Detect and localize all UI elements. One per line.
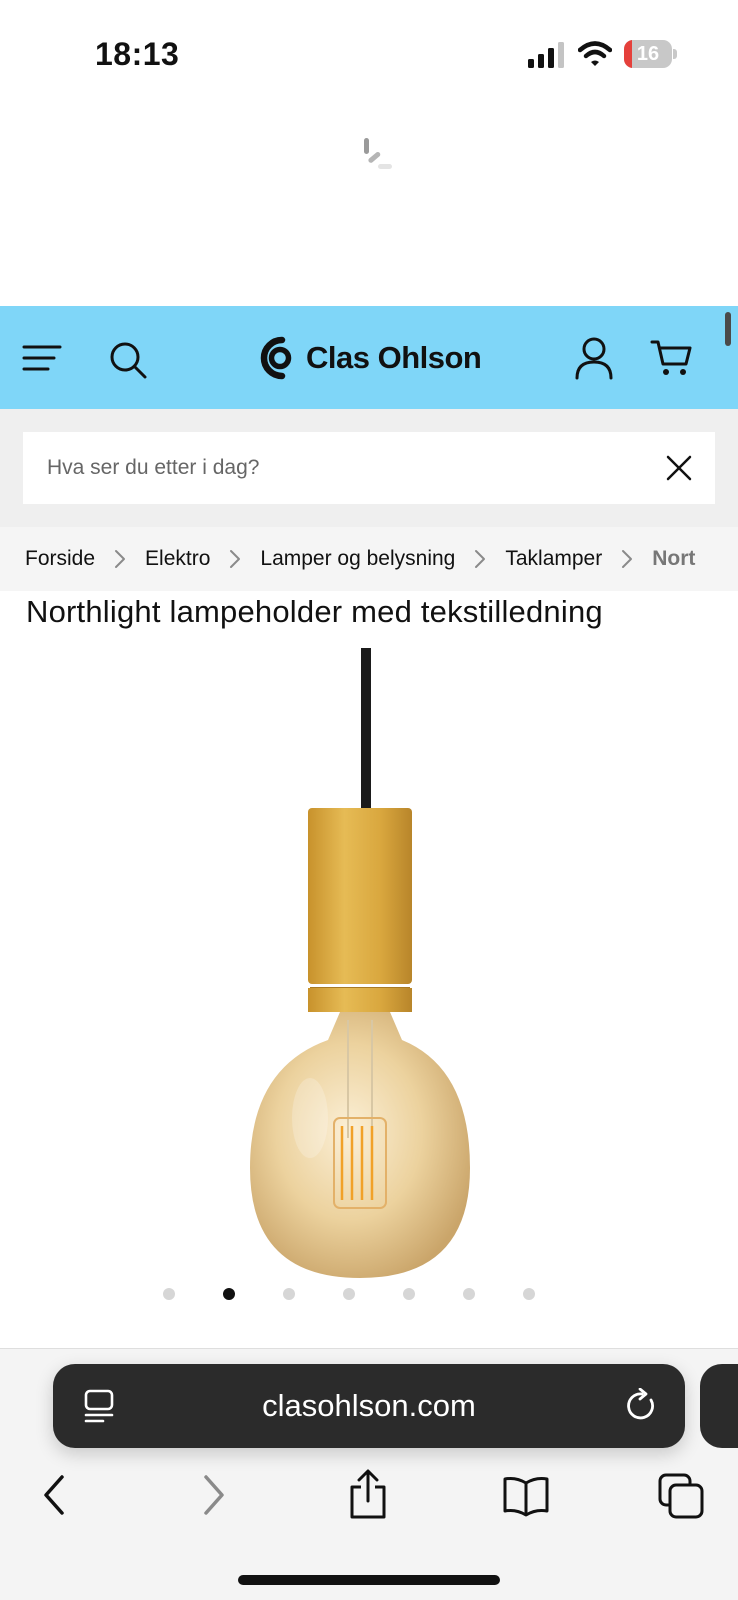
battery-icon: 16: [624, 40, 677, 68]
chevron-right-icon: [602, 549, 652, 569]
image-carousel-indicator: [0, 1284, 738, 1304]
home-indicator[interactable]: [238, 1575, 500, 1585]
status-bar: 18:13 16: [0, 0, 738, 110]
breadcrumb-link[interactable]: Taklamper: [505, 547, 602, 571]
signal-icon: [528, 42, 564, 68]
clas-ohlson-logo[interactable]: Clas Ohlson: [256, 332, 482, 384]
breadcrumb-link[interactable]: Elektro: [145, 547, 210, 571]
carousel-dot[interactable]: [163, 1288, 175, 1300]
menu-icon[interactable]: [22, 342, 62, 374]
search-section: [0, 409, 738, 527]
search-box: [23, 432, 715, 504]
search-icon[interactable]: [108, 340, 148, 380]
chevron-right-icon: [455, 549, 505, 569]
search-input[interactable]: [23, 432, 643, 504]
carousel-dot[interactable]: [463, 1288, 475, 1300]
carousel-dot[interactable]: [523, 1288, 535, 1300]
share-icon[interactable]: [348, 1469, 388, 1521]
tabs-icon[interactable]: [658, 1473, 704, 1519]
pendant-lamp-bulb-image[interactable]: [230, 648, 500, 1288]
chevron-right-icon: [95, 549, 145, 569]
breadcrumb-link[interactable]: Lamper og belysning: [260, 547, 455, 571]
browser-toolbar: clasohlson.com: [0, 1348, 738, 1600]
url-text[interactable]: clasohlson.com: [133, 1364, 605, 1448]
breadcrumb-current: Nort: [652, 547, 696, 570]
scrollbar-thumb[interactable]: [725, 312, 731, 346]
loading-spinner-icon: [364, 138, 392, 169]
logo-text: Clas Ohlson: [306, 340, 482, 375]
forward-icon[interactable]: [198, 1473, 230, 1517]
carousel-dot[interactable]: [343, 1288, 355, 1300]
wifi-icon: [578, 41, 612, 66]
next-tab-peek[interactable]: [700, 1364, 738, 1448]
site-header: Clas Ohlson: [0, 306, 738, 409]
back-icon[interactable]: [38, 1473, 70, 1517]
cart-icon[interactable]: [650, 338, 692, 378]
account-icon[interactable]: [574, 336, 614, 380]
status-time: 18:13: [95, 36, 180, 72]
carousel-dot[interactable]: [283, 1288, 295, 1300]
bookmarks-icon[interactable]: [502, 1475, 550, 1517]
page-title: Northlight lampeholder med tekstillednin…: [26, 594, 603, 629]
chevron-right-icon: [210, 549, 260, 569]
breadcrumb: Forside Elektro Lamper og belysning Taklamp…: [0, 527, 738, 591]
logo-mark-icon: [260, 336, 292, 380]
carousel-dot[interactable]: [223, 1288, 235, 1300]
close-icon[interactable]: [665, 454, 693, 482]
breadcrumb-link[interactable]: Forside: [25, 547, 95, 571]
carousel-dot[interactable]: [403, 1288, 415, 1300]
address-bar[interactable]: clasohlson.com: [53, 1364, 685, 1448]
reload-icon[interactable]: [625, 1388, 659, 1424]
battery-level: 16: [636, 43, 660, 65]
reader-icon[interactable]: [83, 1388, 115, 1424]
